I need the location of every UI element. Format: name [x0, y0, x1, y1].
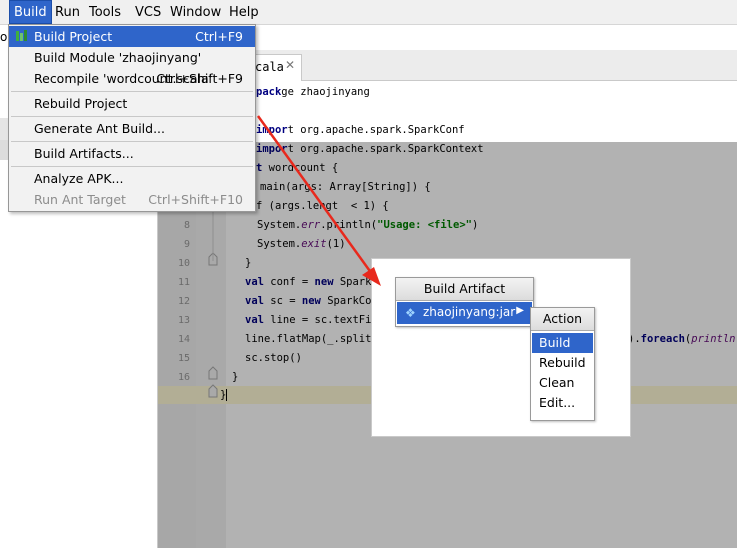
menu-item-generate-ant-build[interactable]: Generate Ant Build...	[9, 118, 255, 139]
artifact-item[interactable]: ❖ zhaojinyang:jar ▶	[397, 302, 532, 324]
build-hammer-icon	[16, 30, 27, 41]
menu-item-run-ant-target: Run Ant Target Ctrl+Shift+F10	[34, 192, 243, 207]
action-rebuild[interactable]: Rebuild	[532, 353, 593, 373]
menu-separator	[11, 166, 253, 167]
action-edit[interactable]: Edit...	[532, 393, 593, 413]
artifact-list-title: Build Artifact	[396, 278, 533, 301]
menu-item-recompile[interactable]: Recompile 'wordcount.scala' Ctrl+Shift+F…	[9, 68, 255, 89]
menu-window[interactable]: Window	[166, 0, 225, 24]
menu-item-analyze-apk[interactable]: Analyze APK...	[9, 168, 255, 189]
menu-tools[interactable]: Tools	[85, 0, 125, 24]
code-line: packge zhaojinyang	[256, 86, 370, 98]
menu-run[interactable]: Run	[51, 0, 84, 24]
menu-item-build-module[interactable]: Build Module 'zhaojinyang'	[9, 47, 255, 68]
close-icon[interactable]: ✕	[285, 58, 295, 72]
tab-label: cala	[255, 60, 284, 74]
menu-item-build-artifacts[interactable]: Build Artifacts...	[9, 143, 255, 164]
menu-item-rebuild-project[interactable]: Rebuild Project	[9, 93, 255, 114]
menu-bar: Build Run Tools VCS Window Help	[0, 0, 737, 25]
artifact-icon: ❖	[405, 306, 416, 320]
code-line: import org.apache.spark.SparkConf	[256, 124, 465, 136]
action-list: Action Build Rebuild Clean Edit...	[530, 307, 595, 421]
menu-separator	[11, 141, 253, 142]
submenu-arrow-icon: ▶	[516, 305, 524, 316]
menu-separator	[11, 91, 253, 92]
menu-build[interactable]: Build	[9, 0, 52, 24]
action-build[interactable]: Build	[532, 333, 593, 353]
menu-vcs[interactable]: VCS	[131, 0, 165, 24]
project-tree-row[interactable]	[0, 140, 8, 160]
action-clean[interactable]: Clean	[532, 373, 593, 393]
action-list-title: Action	[531, 308, 594, 331]
menu-separator	[11, 116, 253, 117]
menu-help[interactable]: Help	[225, 0, 263, 24]
menu-item-build-project[interactable]: Build Project Ctrl+F9	[9, 26, 255, 47]
artifact-label: zhaojinyang:jar	[423, 305, 516, 319]
artifact-list: Build Artifact ❖ zhaojinyang:jar ▶	[395, 277, 534, 327]
build-menu: Build Project Ctrl+F9 Build Module 'zhao…	[8, 24, 256, 212]
project-tree-row[interactable]	[0, 118, 8, 140]
project-panel-text: o	[0, 30, 8, 44]
